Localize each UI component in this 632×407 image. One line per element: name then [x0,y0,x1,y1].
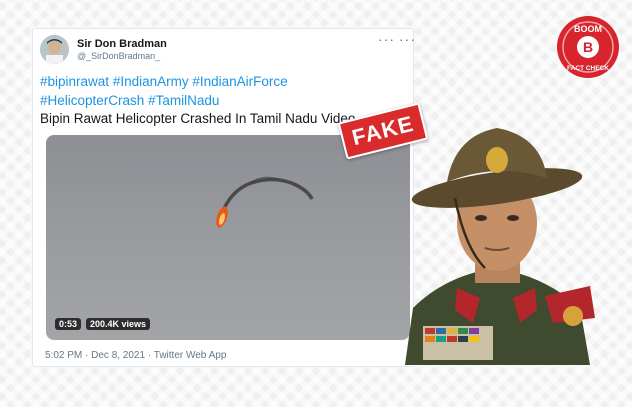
badge-top-text: BOOM [574,24,602,34]
hashtag-line: #HelicopterCrash #TamilNadu [40,92,410,111]
badge-bottom-text: FACT CHECK [567,65,609,72]
author-handle[interactable]: @_SirDonBradman_ [77,51,160,61]
badge-letter: B [583,39,593,55]
video-frame [216,176,314,228]
hashtag-link[interactable]: #TamilNadu [148,93,219,108]
video-player[interactable]: 0:53 200.4K views [46,135,410,340]
more-icon[interactable]: ··· [378,31,395,47]
author-name[interactable]: Sir Don Bradman [77,38,167,50]
tweet-card: Sir Don Bradman @_SirDonBradman_ ··· ···… [32,28,416,367]
hashtag-link[interactable]: #bipinrawat [40,74,109,89]
video-views: 200.4K views [86,318,151,330]
portrait-image [385,118,605,370]
tweet-timestamp[interactable]: 5:02 PM · Dec 8, 2021 · Twitter Web App [45,350,226,361]
avatar[interactable] [40,35,69,64]
hashtag-line: #bipinrawat #IndianArmy #IndianAirForce [40,73,410,92]
hashtag-link[interactable]: #HelicopterCrash [40,93,144,108]
hashtag-link[interactable]: #IndianAirForce [192,74,287,89]
more-icon[interactable]: ··· [399,31,416,47]
boom-fact-check-logo: BOOM B FACT CHECK [555,14,621,85]
video-duration: 0:53 [55,318,82,330]
hashtag-link[interactable]: #IndianArmy [113,74,189,89]
